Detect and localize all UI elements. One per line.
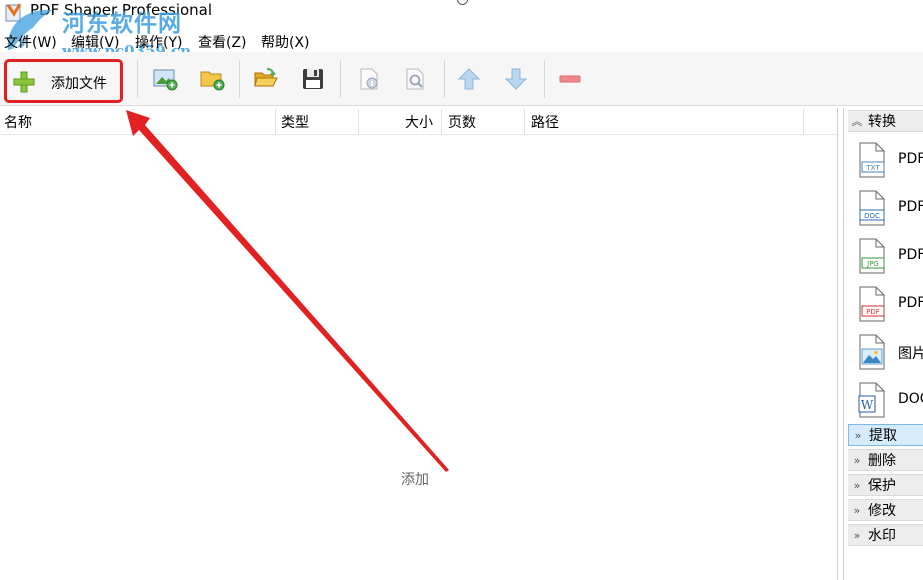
- convert-item-label: PDF: [898, 151, 923, 167]
- remove-button[interactable]: [556, 52, 584, 106]
- add-image-button[interactable]: [150, 52, 180, 106]
- convert-item-image[interactable]: 图片: [856, 334, 923, 374]
- floppy-disk-icon: [303, 69, 323, 89]
- section-modify[interactable]: » 修改: [848, 499, 923, 521]
- side-panel: ︽ 转换 TXT PDF DOC PDF JPG PDF PDF PDF 图片 …: [843, 108, 923, 580]
- toolbar-separator: [340, 60, 341, 98]
- minus-icon: [559, 75, 581, 83]
- toolbar-separator: [239, 60, 240, 98]
- chevron-up-icon: ︽: [851, 115, 863, 128]
- section-label: 水印: [868, 528, 896, 544]
- preview-button[interactable]: [401, 52, 429, 106]
- section-label: 保护: [868, 478, 896, 494]
- arrow-down-icon: [504, 68, 528, 90]
- column-path[interactable]: 路径: [531, 112, 559, 132]
- convert-item-jpg[interactable]: JPG PDF: [856, 238, 923, 278]
- chevron-down-icon: »: [854, 428, 862, 442]
- section-label: 修改: [868, 503, 896, 519]
- jpg-file-icon: JPG: [859, 238, 885, 274]
- menu-help[interactable]: 帮助(X): [261, 32, 310, 52]
- section-convert[interactable]: ︽ 转换: [848, 110, 923, 132]
- open-folder-icon: [254, 68, 278, 87]
- chevron-down-icon: »: [853, 478, 861, 492]
- column-type[interactable]: 类型: [281, 112, 309, 132]
- add-folder-icon: [200, 71, 225, 91]
- plus-icon: [13, 71, 35, 93]
- pdf-file-icon: PDF: [859, 286, 885, 322]
- section-watermark[interactable]: » 水印: [848, 524, 923, 546]
- save-button[interactable]: [298, 52, 328, 106]
- svg-text:W: W: [861, 398, 874, 412]
- convert-item-label: DOC: [898, 391, 923, 407]
- svg-text:TXT: TXT: [865, 164, 880, 172]
- column-divider[interactable]: [524, 109, 525, 135]
- add-file-button[interactable]: 添加文件: [4, 59, 123, 103]
- column-divider[interactable]: [275, 109, 276, 135]
- convert-item-pdf[interactable]: PDF PDF: [856, 286, 923, 326]
- section-label: 提取: [869, 428, 897, 444]
- properties-button[interactable]: [355, 52, 383, 106]
- section-extract[interactable]: » 提取: [848, 424, 923, 446]
- toolbar-separator: [444, 60, 445, 98]
- menu-action[interactable]: 操作(Y): [135, 32, 182, 52]
- svg-text:DOC: DOC: [864, 212, 880, 220]
- svg-text:JPG: JPG: [866, 260, 879, 268]
- column-size[interactable]: 大小: [405, 112, 433, 132]
- open-folder-button[interactable]: [251, 52, 281, 106]
- menu-view[interactable]: 查看(Z): [198, 32, 247, 52]
- txt-file-icon: TXT: [859, 142, 885, 178]
- section-protect[interactable]: » 保护: [848, 474, 923, 496]
- convert-item-label: PDF: [898, 247, 923, 263]
- word-file-icon: W: [858, 382, 885, 418]
- column-pages[interactable]: 页数: [448, 112, 476, 132]
- splitter[interactable]: [837, 108, 838, 580]
- convert-item-label: PDF: [898, 295, 923, 311]
- convert-item-label: 图片: [898, 346, 923, 362]
- toolbar-separator: [544, 60, 545, 98]
- svg-text:PDF: PDF: [866, 308, 880, 316]
- image-file-icon: [859, 334, 885, 370]
- menu-bar: 文件(W) 编辑(V) 操作(Y) 查看(Z) 帮助(X): [0, 30, 923, 52]
- file-list[interactable]: [0, 135, 838, 580]
- chevron-down-icon: »: [853, 528, 861, 542]
- column-divider[interactable]: [803, 109, 804, 135]
- section-label: 转换: [868, 114, 896, 130]
- add-file-label: 添加文件: [51, 76, 107, 92]
- column-divider[interactable]: [441, 109, 442, 135]
- file-info-icon: [360, 68, 378, 90]
- empty-list-hint: 添加: [401, 472, 429, 488]
- column-name[interactable]: 名称: [4, 112, 32, 132]
- doc-file-icon: DOC: [859, 190, 885, 226]
- chevron-down-icon: »: [853, 453, 861, 467]
- arrow-up-icon: [457, 68, 481, 90]
- file-search-icon: [406, 68, 424, 90]
- menu-file[interactable]: 文件(W): [4, 32, 57, 52]
- add-image-icon: [153, 69, 178, 91]
- convert-item-word[interactable]: W DOC: [856, 382, 923, 422]
- menu-edit[interactable]: 编辑(V): [71, 32, 120, 52]
- toolbar: 添加文件: [0, 52, 923, 106]
- chevron-down-icon: »: [853, 503, 861, 517]
- file-list-header: 名称 类型 大小 页数 路径: [0, 109, 838, 135]
- move-down-button[interactable]: [502, 52, 530, 106]
- toolbar-separator: [137, 60, 138, 98]
- section-label: 删除: [868, 453, 896, 469]
- convert-item-label: PDF: [898, 199, 923, 215]
- move-up-button[interactable]: [455, 52, 483, 106]
- add-folder-button[interactable]: [197, 52, 227, 106]
- column-divider[interactable]: [358, 109, 359, 135]
- convert-item-txt[interactable]: TXT PDF: [856, 142, 923, 182]
- section-delete[interactable]: » 删除: [848, 449, 923, 471]
- convert-item-doc[interactable]: DOC PDF: [856, 190, 923, 230]
- window-control-icon[interactable]: [457, 0, 468, 5]
